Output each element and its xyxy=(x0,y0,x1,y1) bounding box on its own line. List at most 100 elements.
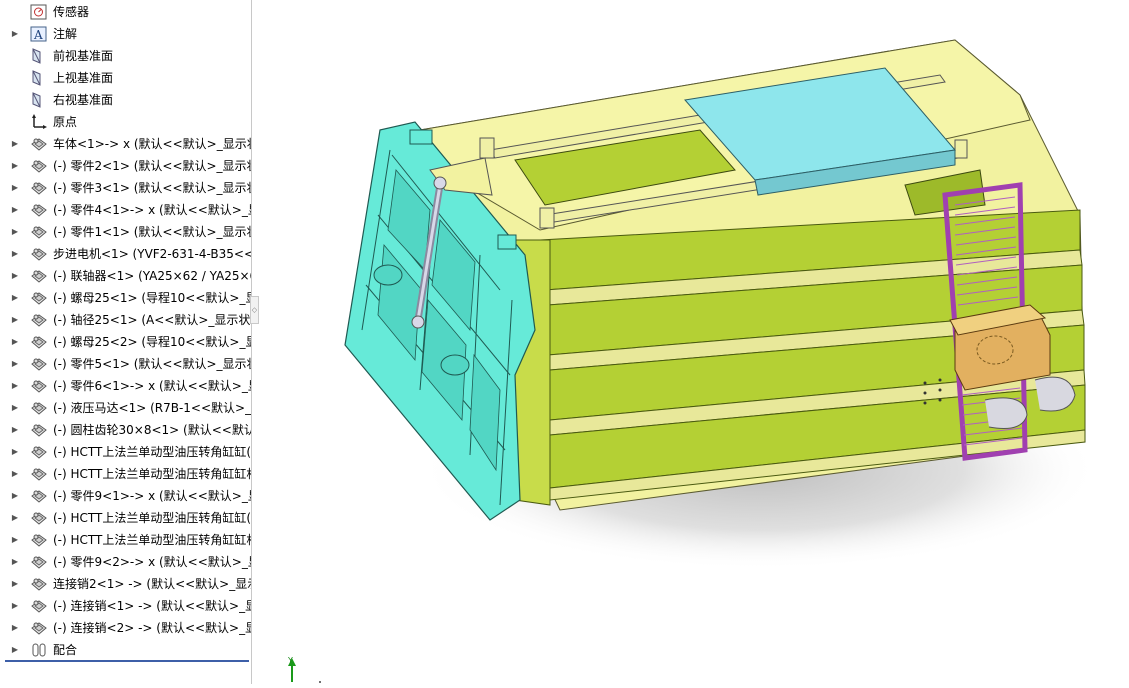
tree-item-label: (-) 液压马达<1> (R7B-1<<默认>_显 xyxy=(53,401,251,415)
expand-arrow-icon[interactable]: ▶ xyxy=(10,507,20,529)
expand-arrow-icon[interactable]: ▶ xyxy=(10,353,20,375)
tree-item[interactable]: ▶ (-) 螺母25<1> (导程10<<默认>_显: xyxy=(0,287,251,309)
tree-item[interactable]: ▶ (-) 联轴器<1> (YA25×62 / YA25×6 xyxy=(0,265,251,287)
tree-item[interactable]: ▶ (-) 连接销<1> -> (默认<<默认>_显 xyxy=(0,595,251,617)
part-icon xyxy=(30,290,48,306)
part-icon xyxy=(30,466,48,482)
graphics-viewport[interactable] xyxy=(252,0,1129,684)
model-render xyxy=(288,39,1100,683)
expand-arrow-icon[interactable]: ▶ xyxy=(10,397,20,419)
tree-item-label: 传感器 xyxy=(53,5,90,19)
part-icon xyxy=(30,510,48,526)
tree-item[interactable]: ▶ (-) 零件9<2>-> x (默认<<默认>_显 xyxy=(0,551,251,573)
tree-item[interactable]: ▶ (-) 液压马达<1> (R7B-1<<默认>_显 xyxy=(0,397,251,419)
tree-item[interactable]: ▶ (-) 连接销<2> -> (默认<<默认>_显 xyxy=(0,617,251,639)
rail-end-cap xyxy=(539,207,555,229)
hydraulic-pin xyxy=(433,176,447,190)
part-icon xyxy=(30,136,48,152)
tree-item-label: (-) 零件9<2>-> x (默认<<默认>_显 xyxy=(53,555,251,569)
tree-item[interactable]: ▶ A 注解 xyxy=(0,23,251,45)
plane-icon xyxy=(30,92,48,108)
tree-item[interactable]: ▶ (-) HCTT上法兰单动型油压转角缸缸杆 xyxy=(0,463,251,485)
tree-item[interactable]: ▶ (-) HCTT上法兰单动型油压转角缸缸( xyxy=(0,507,251,529)
expand-arrow-icon[interactable]: ▶ xyxy=(10,287,20,309)
tree-item-label: 原点 xyxy=(53,115,78,129)
tree-item[interactable]: ▶ (-) 零件5<1> (默认<<默认>_显示状 xyxy=(0,353,251,375)
part-icon xyxy=(30,356,48,372)
expand-arrow-icon[interactable]: ▶ xyxy=(10,133,20,155)
tree-item[interactable]: ▶ (-) 螺母25<2> (导程10<<默认>_显: xyxy=(0,331,251,353)
expand-arrow-icon[interactable]: ▶ xyxy=(10,221,20,243)
tree-item[interactable]: ▶ 连接销2<1> -> (默认<<默认>_显示 xyxy=(0,573,251,595)
tree-item[interactable]: ▶ (-) HCTT上法兰单动型油压转角缸缸杆 xyxy=(0,529,251,551)
part-icon xyxy=(30,532,48,548)
tree-item[interactable]: 上视基准面 xyxy=(0,67,251,89)
sensor-icon xyxy=(30,4,48,20)
tree-item[interactable]: ▶ (-) 零件3<1> (默认<<默认>_显示状 xyxy=(0,177,251,199)
plane-icon xyxy=(30,48,48,64)
expand-arrow-icon[interactable]: ▶ xyxy=(10,155,20,177)
tree-item-label: (-) 零件2<1> (默认<<默认>_显示状 xyxy=(53,159,251,173)
tree-item[interactable]: 前视基准面 xyxy=(0,45,251,67)
tree-item[interactable]: ▶ (-) 零件9<1>-> x (默认<<默认>_显 xyxy=(0,485,251,507)
door-hinge xyxy=(497,234,517,250)
tree-item-label: (-) 连接销<1> -> (默认<<默认>_显 xyxy=(53,599,251,613)
tree-item[interactable]: ▶ (-) 零件1<1> (默认<<默认>_显示状 xyxy=(0,221,251,243)
tree-item-label: (-) 零件4<1>-> x (默认<<默认>_显 xyxy=(53,203,251,217)
door-hinge xyxy=(409,129,433,145)
expand-arrow-icon[interactable]: ▶ xyxy=(10,463,20,485)
part-icon xyxy=(30,312,48,328)
tree-item-label: (-) 螺母25<2> (导程10<<默认>_显: xyxy=(53,335,251,349)
tree-item-label: (-) 零件3<1> (默认<<默认>_显示状 xyxy=(53,181,251,195)
expand-arrow-icon[interactable]: ▶ xyxy=(10,309,20,331)
tree-item[interactable]: ▶ (-) 零件2<1> (默认<<默认>_显示状 xyxy=(0,155,251,177)
expand-arrow-icon[interactable]: ▶ xyxy=(10,529,20,551)
tree-item[interactable]: ▶ 车体<1>-> x (默认<<默认>_显示状 xyxy=(0,133,251,155)
tree-item[interactable]: ▶ (-) 零件4<1>-> x (默认<<默认>_显 xyxy=(0,199,251,221)
tree-item[interactable]: ▶ (-) 零件6<1>-> x (默认<<默认>_显 xyxy=(0,375,251,397)
part-icon xyxy=(30,334,48,350)
expand-arrow-icon[interactable]: ▶ xyxy=(10,23,20,45)
plane-icon xyxy=(30,70,48,86)
tree-item-label: (-) 零件1<1> (默认<<默认>_显示状 xyxy=(53,225,251,239)
tree-item-label: 前视基准面 xyxy=(53,49,114,63)
expand-arrow-icon[interactable]: ▶ xyxy=(10,441,20,463)
tree-item[interactable]: ▶ (-) 轴径25<1> (A<<默认>_显示状态 xyxy=(0,309,251,331)
expand-arrow-icon[interactable]: ▶ xyxy=(10,485,20,507)
part-icon xyxy=(30,422,48,438)
tree-item-label: 右视基准面 xyxy=(53,93,114,107)
expand-arrow-icon[interactable]: ▶ xyxy=(10,265,20,287)
expand-arrow-icon[interactable]: ▶ xyxy=(10,243,20,265)
tree-item[interactable]: ▶ 配合 xyxy=(0,639,251,661)
tree-item-label: (-) 连接销<2> -> (默认<<默认>_显 xyxy=(53,621,251,635)
part-icon xyxy=(30,598,48,614)
tree-item[interactable]: ▶ (-) 圆柱齿轮30×8<1> (默认<<默认 xyxy=(0,419,251,441)
expand-arrow-icon[interactable]: ▶ xyxy=(10,617,20,639)
tree-item[interactable]: ▶ (-) HCTT上法兰单动型油压转角缸缸( xyxy=(0,441,251,463)
tree-item-label: (-) 零件9<1>-> x (默认<<默认>_显 xyxy=(53,489,251,503)
tree-item-label: 步进电机<1> (YVF2-631-4-B35<<默 xyxy=(53,247,251,261)
tree-item[interactable]: 传感器 xyxy=(0,1,251,23)
tree-item-label: (-) 零件5<1> (默认<<默认>_显示状 xyxy=(53,357,251,371)
expand-arrow-icon[interactable]: ▶ xyxy=(10,375,20,397)
hydraulic-pin xyxy=(411,315,425,329)
tree-item-label: (-) HCTT上法兰单动型油压转角缸缸( xyxy=(53,445,251,459)
tree-item[interactable]: 右视基准面 xyxy=(0,89,251,111)
tree-item[interactable]: 原点 xyxy=(0,111,251,133)
expand-arrow-icon[interactable]: ▶ xyxy=(10,573,20,595)
expand-arrow-icon[interactable]: ▶ xyxy=(10,177,20,199)
rail-end-cap xyxy=(954,139,968,159)
annotation-icon: A xyxy=(30,26,48,42)
tree-item[interactable]: ▶ 步进电机<1> (YVF2-631-4-B35<<默 xyxy=(0,243,251,265)
expand-arrow-icon[interactable]: ▶ xyxy=(10,331,20,353)
expand-arrow-icon[interactable]: ▶ xyxy=(10,551,20,573)
expand-arrow-icon[interactable]: ▶ xyxy=(10,199,20,221)
triad-dot xyxy=(319,681,321,683)
tree-item-label: 注解 xyxy=(53,27,78,41)
triad-y-label: Y xyxy=(288,656,293,665)
expand-arrow-icon[interactable]: ▶ xyxy=(10,639,20,661)
rail-end-cap xyxy=(479,137,495,159)
expand-arrow-icon[interactable]: ▶ xyxy=(10,595,20,617)
expand-arrow-icon[interactable]: ▶ xyxy=(10,419,20,441)
door-axle-boss xyxy=(373,264,403,286)
